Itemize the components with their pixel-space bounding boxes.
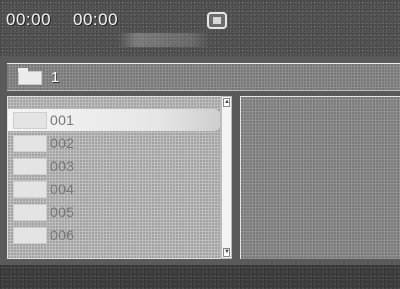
list-item-005[interactable]: 005	[8, 201, 220, 223]
disc-stop-icon	[207, 12, 227, 29]
list-item-label: 001	[50, 112, 75, 128]
list-item-label: 003	[50, 158, 75, 174]
list-item-006[interactable]: 006	[8, 224, 220, 246]
folder-icon	[13, 158, 47, 175]
folder-icon	[13, 181, 47, 198]
list-item-001[interactable]: 001	[8, 109, 220, 131]
list-item-label: 006	[50, 227, 75, 243]
total-time: 00:00	[73, 10, 119, 29]
list-item-label: 004	[50, 181, 75, 197]
current-folder-label: 1	[51, 69, 60, 86]
scroll-up-arrow-icon[interactable]: ▲	[223, 98, 230, 107]
elapsed-time: 00:00	[6, 10, 52, 29]
list-item-004[interactable]: 004	[8, 178, 220, 200]
scroll-down-arrow-icon[interactable]: ▼	[223, 248, 230, 257]
list-item-002[interactable]: 002	[8, 132, 220, 154]
folder-icon	[18, 68, 42, 85]
folder-icon	[13, 227, 47, 244]
file-list: 001 002 003 004 005 006	[7, 96, 222, 259]
preview-pane	[240, 96, 400, 259]
folder-icon	[13, 204, 47, 221]
file-list-scrollbar[interactable]: ▲ ▼	[221, 96, 232, 259]
folder-path-bar[interactable]: 1	[7, 63, 400, 91]
list-item-label: 005	[50, 204, 75, 220]
bottom-status-bar	[0, 265, 400, 289]
folder-icon	[13, 112, 47, 129]
top-status-bar: 00:00 00:00	[0, 0, 400, 56]
list-item-label: 002	[50, 135, 75, 151]
list-item-003[interactable]: 003	[8, 155, 220, 177]
brand-logo	[118, 33, 210, 47]
folder-icon	[13, 135, 47, 152]
